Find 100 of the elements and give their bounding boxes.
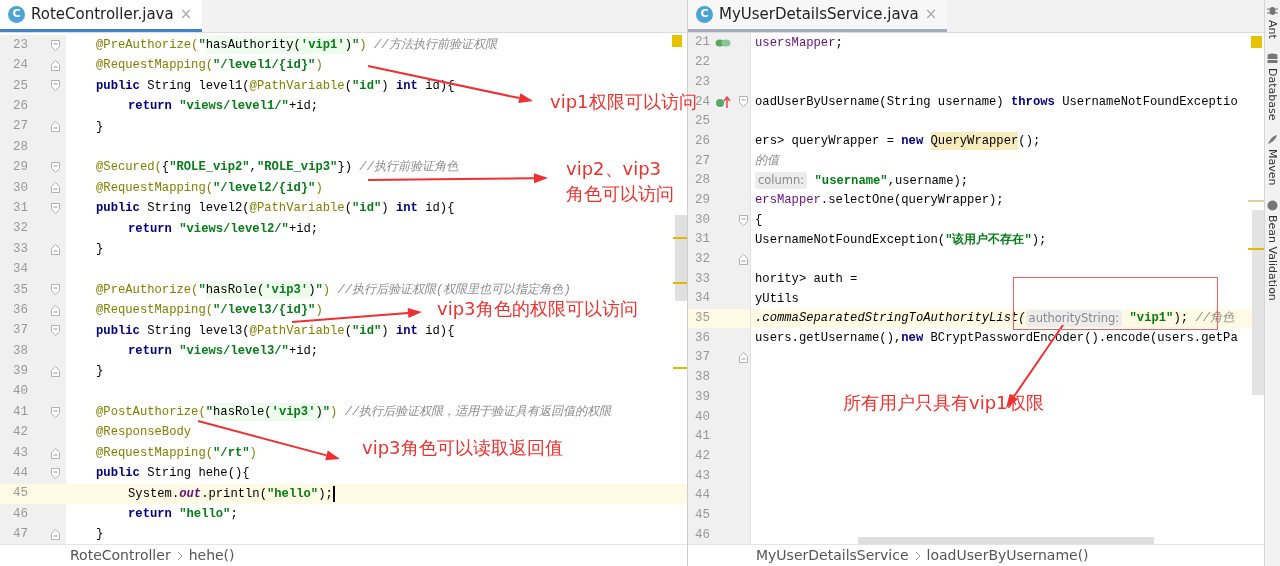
breadcrumb-item[interactable]: MyUserDetailsService <box>756 545 909 566</box>
code-line: public String level2(@PathVariable("id") int id){ <box>96 200 455 218</box>
line-number: 37 <box>694 349 710 367</box>
fold-icon <box>50 243 60 255</box>
code-line: { <box>755 211 763 229</box>
line-number: 45 <box>694 506 710 524</box>
code-line: @Secured({"ROLE_vip2","ROLE_vip3"}) //执行前验证角色 <box>96 159 458 177</box>
editor-tab[interactable]: C MyUserDetailsService.java × <box>688 0 948 32</box>
warning-marker <box>1251 36 1262 48</box>
code-line: return "views/level2/"+id; <box>128 220 319 238</box>
line-number: 37 <box>12 322 28 340</box>
line-number: 47 <box>12 526 28 544</box>
code-line: usersMapper; <box>755 34 843 52</box>
line-number: 39 <box>12 363 28 381</box>
code-line: oadUserByUsername(String username) throws UsernameNotFoundExceptio <box>755 93 1238 111</box>
code-line: hority> auth = <box>755 270 858 288</box>
breadcrumb-item[interactable]: RoteController <box>70 545 171 566</box>
line-number: 44 <box>694 487 710 505</box>
code-line: } <box>96 118 104 136</box>
warning-marker <box>672 35 682 47</box>
tool-window-button[interactable]: Ant <box>1267 20 1278 39</box>
breadcrumb-item[interactable]: loadUserByUsername() <box>926 545 1089 566</box>
tool-window-button[interactable]: Maven <box>1267 149 1278 186</box>
code-line: @PreAuthorize("hasRole('vip3')") //执行后验证权限(权限里也可以指定角色) <box>96 280 571 300</box>
line-number: 39 <box>694 388 710 406</box>
line-number: 21 <box>694 34 710 52</box>
scrollbar-thumb[interactable] <box>858 537 1154 544</box>
line-number: 40 <box>694 408 710 426</box>
line-number: 33 <box>694 270 710 288</box>
line-number: 44 <box>12 465 28 482</box>
tab-label: MyUserDetailsService.java <box>719 4 919 26</box>
line-number: 23 <box>694 73 710 91</box>
class-icon: C <box>8 6 25 23</box>
line-number: 29 <box>12 159 28 177</box>
line-number: 34 <box>12 261 28 279</box>
code-line: column: "username",username); <box>755 171 969 190</box>
fold-icon <box>738 253 748 265</box>
code-line: yUtils <box>755 290 799 308</box>
line-number: 46 <box>694 526 710 544</box>
tool-window-button[interactable]: Database <box>1267 67 1278 121</box>
callout-text: vip3角色的权限可以访问 <box>437 298 638 320</box>
stripe-mark <box>1248 248 1264 250</box>
fold-icon <box>50 202 60 214</box>
tool-window-button[interactable]: Bean Validation <box>1267 214 1278 301</box>
line-number: 25 <box>12 77 28 95</box>
code-line: return "views/level3/"+id; <box>128 342 319 360</box>
fold-icon <box>50 162 60 174</box>
tab-label: RoteController.java <box>31 4 174 26</box>
fold-icon <box>50 304 60 316</box>
line-number: 26 <box>12 98 28 115</box>
editor-tab[interactable]: C RoteController.java × <box>0 0 203 32</box>
line-number: 43 <box>694 467 710 485</box>
code-line: System.out.println("hello"); <box>128 485 333 503</box>
code-line: } <box>96 363 104 381</box>
fold-icon <box>50 529 60 541</box>
fold-icon <box>50 406 60 418</box>
code-line: @PreAuthorize("hasAuthority('vip1')") //方法执行前验证权限 <box>96 36 497 55</box>
circle-up-arrow-icon <box>715 94 731 109</box>
line-number: 27 <box>12 118 28 136</box>
scrollbar-thumb[interactable] <box>1252 210 1264 395</box>
fold-icon <box>50 365 60 377</box>
callout-text: vip1权限可以访问 <box>550 91 697 113</box>
line-number: 23 <box>12 36 28 54</box>
fold-icon <box>50 182 60 194</box>
line-number: 40 <box>12 383 28 401</box>
code-line: public String hehe(){ <box>96 465 250 483</box>
line-number: 31 <box>12 199 28 217</box>
line-number: 32 <box>694 251 710 269</box>
scrollbar-thumb[interactable] <box>675 215 687 301</box>
stripe-mark <box>673 367 687 369</box>
code-line: ers> queryWrapper = new QueryWrapper(); <box>755 132 1041 151</box>
callout-text: vip3角色可以读取返回值 <box>362 437 563 459</box>
code-line: UsernameNotFoundException("该用户不存在"); <box>755 231 1047 249</box>
chevron-icon <box>914 550 921 561</box>
line-number: 36 <box>694 329 710 347</box>
fold-icon <box>50 121 60 133</box>
line-number: 31 <box>694 231 710 249</box>
line-number: 30 <box>12 179 28 197</box>
fold-icon <box>50 284 60 296</box>
fold-icon <box>50 60 60 72</box>
line-number: 35 <box>694 310 710 328</box>
code-line: @RequestMapping("/level2/{id}") <box>96 179 323 197</box>
line-number: 33 <box>12 240 28 258</box>
line-number: 32 <box>12 220 28 238</box>
line-number: 38 <box>694 369 710 387</box>
code-line: } <box>96 240 104 258</box>
code-line: @PostAuthorize("hasRole('vip3')") //执行后验证权限，适用于验证具有返回值的权限 <box>96 403 612 422</box>
breadcrumb-item[interactable]: hehe() <box>188 545 235 566</box>
code-line: @RequestMapping("/rt") <box>96 444 257 462</box>
class-icon: C <box>696 6 713 23</box>
fold-icon <box>50 80 60 92</box>
line-number: 26 <box>694 132 710 150</box>
stripe-mark <box>673 282 687 284</box>
callout-text: vip2、vip3 <box>566 158 662 180</box>
code-line: @RequestMapping("/level1/{id}") <box>96 57 323 75</box>
chevron-icon <box>176 550 183 561</box>
code-line: @ResponseBody <box>96 424 192 442</box>
bug-icon <box>1267 6 1278 16</box>
fold-icon <box>738 352 748 364</box>
code-line: ersMapper.selectOne(queryWrapper); <box>755 192 1004 210</box>
